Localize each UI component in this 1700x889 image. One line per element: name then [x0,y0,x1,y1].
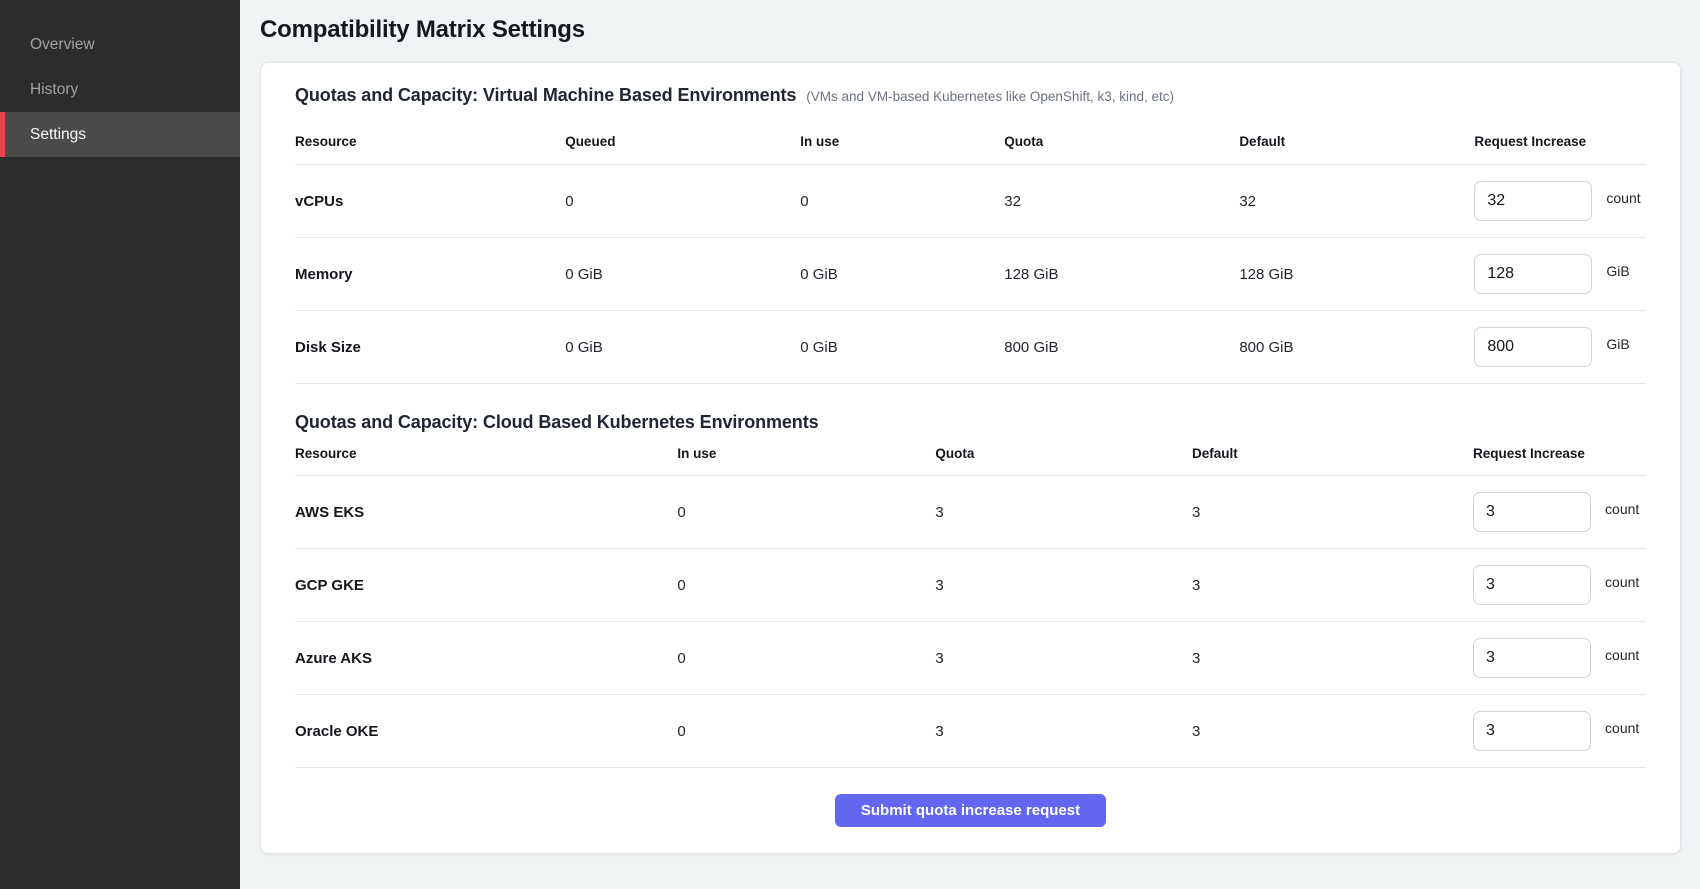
cell-default: 32 [1239,165,1474,238]
cell-quota: 128 GiB [1004,238,1239,311]
page-title: Compatibility Matrix Settings [260,16,1681,44]
cloud-table-header-row: Resource In use Quota Default Request In… [295,433,1646,476]
cell-in-use: 0 [677,695,935,768]
col-header-resource: Resource [295,433,677,476]
gcp-gke-request-input[interactable] [1473,565,1591,605]
vm-table-header-row: Resource Queued In use Quota Default Req… [295,106,1646,165]
request-increase-control: count [1473,711,1646,751]
cell-resource: AWS EKS [295,476,677,549]
cell-quota: 3 [935,622,1192,695]
cell-queued: 0 [565,165,800,238]
submit-quota-button[interactable]: Submit quota increase request [835,794,1106,827]
sidebar-item-label: Overview [30,36,95,54]
unit-label: GiB [1606,336,1629,352]
cell-default: 3 [1192,622,1473,695]
unit-label: count [1605,501,1639,517]
cell-queued: 0 GiB [565,311,800,384]
request-increase-control: count [1473,638,1646,678]
unit-label: GiB [1606,263,1629,279]
azure-aks-request-input[interactable] [1473,638,1591,678]
cell-default: 128 GiB [1239,238,1474,311]
cell-default: 3 [1192,476,1473,549]
vm-section-header: Quotas and Capacity: Virtual Machine Bas… [295,85,1646,106]
sidebar-item-settings[interactable]: Settings [0,112,240,157]
cell-quota: 32 [1004,165,1239,238]
table-row: Oracle OKE 0 3 3 count [295,695,1646,768]
cell-default: 3 [1192,695,1473,768]
cell-resource: Memory [295,238,565,311]
vm-section-title: Quotas and Capacity: Virtual Machine Bas… [295,85,796,106]
vm-quota-table: Resource Queued In use Quota Default Req… [295,106,1646,384]
request-increase-control: count [1473,492,1646,532]
request-increase-control: count [1473,565,1646,605]
sidebar-item-label: History [30,81,78,99]
sidebar-item-history[interactable]: History [0,67,240,112]
col-header-queued: Queued [565,106,800,165]
request-increase-control: GiB [1474,327,1646,367]
cell-quota: 3 [935,549,1192,622]
cell-resource: Disk Size [295,311,565,384]
active-indicator [0,112,5,157]
cell-quota: 3 [935,476,1192,549]
col-header-default: Default [1192,433,1473,476]
oracle-oke-request-input[interactable] [1473,711,1591,751]
submit-button-row: Submit quota increase request [295,768,1646,833]
cell-in-use: 0 [677,549,935,622]
vm-section-subtitle: (VMs and VM-based Kubernetes like OpenSh… [806,89,1174,104]
request-increase-control: count [1474,181,1646,221]
col-header-quota: Quota [1004,106,1239,165]
cell-in-use: 0 [677,476,935,549]
cell-queued: 0 GiB [565,238,800,311]
settings-card: Quotas and Capacity: Virtual Machine Bas… [260,62,1681,854]
col-header-resource: Resource [295,106,565,165]
cell-in-use: 0 GiB [800,238,1004,311]
table-row: Azure AKS 0 3 3 count [295,622,1646,695]
cell-resource: vCPUs [295,165,565,238]
memory-request-input[interactable] [1474,254,1592,294]
disk-size-request-input[interactable] [1474,327,1592,367]
unit-label: count [1606,190,1640,206]
cloud-quota-table: Resource In use Quota Default Request In… [295,433,1646,768]
cell-quota: 800 GiB [1004,311,1239,384]
main-content: Compatibility Matrix Settings Quotas and… [240,0,1700,889]
unit-label: count [1605,720,1639,736]
table-row: GCP GKE 0 3 3 count [295,549,1646,622]
sidebar-item-overview[interactable]: Overview [0,22,240,67]
table-row: Memory 0 GiB 0 GiB 128 GiB 128 GiB GiB [295,238,1646,311]
vcpus-request-input[interactable] [1474,181,1592,221]
cell-resource: Azure AKS [295,622,677,695]
col-header-in-use: In use [800,106,1004,165]
cell-in-use: 0 [800,165,1004,238]
cell-resource: GCP GKE [295,549,677,622]
col-header-request-increase: Request Increase [1473,433,1646,476]
unit-label: count [1605,647,1639,663]
cell-default: 3 [1192,549,1473,622]
aws-eks-request-input[interactable] [1473,492,1591,532]
col-header-default: Default [1239,106,1474,165]
cell-in-use: 0 GiB [800,311,1004,384]
sidebar: Overview History Settings [0,0,240,889]
col-header-quota: Quota [935,433,1192,476]
cell-resource: Oracle OKE [295,695,677,768]
cell-in-use: 0 [677,622,935,695]
sidebar-item-label: Settings [30,126,86,144]
table-row: Disk Size 0 GiB 0 GiB 800 GiB 800 GiB Gi… [295,311,1646,384]
cell-default: 800 GiB [1239,311,1474,384]
cloud-section-title: Quotas and Capacity: Cloud Based Kuberne… [295,412,1646,433]
col-header-in-use: In use [677,433,935,476]
cell-quota: 3 [935,695,1192,768]
unit-label: count [1605,574,1639,590]
request-increase-control: GiB [1474,254,1646,294]
table-row: vCPUs 0 0 32 32 count [295,165,1646,238]
table-row: AWS EKS 0 3 3 count [295,476,1646,549]
col-header-request-increase: Request Increase [1474,106,1646,165]
